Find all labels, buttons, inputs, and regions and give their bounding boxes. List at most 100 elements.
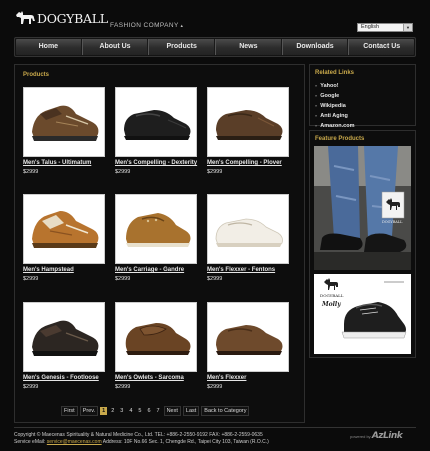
product-card[interactable]: Men's Hampstead $2999 bbox=[23, 194, 105, 284]
product-price: $2999 bbox=[115, 169, 131, 175]
logo[interactable]: DOGYBALL bbox=[14, 9, 108, 25]
powered-by-label: powered by bbox=[350, 434, 371, 439]
product-image[interactable] bbox=[115, 194, 197, 264]
product-card[interactable]: Men's Owlets - Sarcoma $2999 bbox=[115, 302, 197, 392]
pager-page[interactable]: 2 bbox=[109, 407, 116, 415]
product-card[interactable]: Men's Genesis - Footloose $2999 bbox=[23, 302, 105, 392]
product-image[interactable] bbox=[207, 302, 289, 372]
brown-moccasin-icon bbox=[125, 323, 191, 355]
powered-by[interactable]: powered by AzLink bbox=[350, 431, 403, 441]
product-image[interactable] bbox=[115, 302, 197, 372]
pager-page[interactable]: 4 bbox=[127, 407, 134, 415]
related-links-panel: Related Links » Yahoo! » Google » Wikipedia… bbox=[309, 64, 416, 129]
product-price: $2999 bbox=[115, 276, 131, 282]
product-name[interactable]: Men's Hampstead bbox=[23, 267, 105, 273]
related-link[interactable]: » Wikipedia bbox=[315, 101, 354, 111]
nav-about-us[interactable]: About Us bbox=[81, 39, 149, 55]
product-name[interactable]: Men's Compelling - Dexterity bbox=[115, 160, 197, 166]
pager-prev[interactable]: Prev. bbox=[79, 406, 99, 416]
pager-last[interactable]: Last bbox=[182, 406, 200, 416]
product-price: $2999 bbox=[207, 384, 223, 390]
pager-next[interactable]: Next bbox=[163, 406, 181, 416]
featured-products-title: Feature Products bbox=[315, 136, 365, 142]
product-card[interactable]: Men's Flexxer $2999 bbox=[207, 302, 289, 392]
product-price: $2999 bbox=[23, 169, 39, 175]
azlink-logo: AzLink bbox=[371, 431, 403, 441]
pager-first[interactable]: First bbox=[61, 406, 78, 416]
product-price: $2999 bbox=[23, 384, 39, 390]
banner2-logo-text: DOGYBALL bbox=[320, 293, 344, 298]
email-label: Service eMail: bbox=[14, 439, 46, 445]
nav-products[interactable]: Products bbox=[148, 39, 216, 55]
related-link[interactable]: » Google bbox=[315, 91, 354, 101]
related-link[interactable]: » Yahoo! bbox=[315, 81, 354, 91]
product-card[interactable]: Men's Compelling - Plover $2999 bbox=[207, 87, 289, 177]
nav-home[interactable]: Home bbox=[16, 39, 82, 55]
language-select[interactable]: English ▼ bbox=[357, 23, 413, 32]
email-link[interactable]: service@maecenas.com bbox=[47, 439, 102, 445]
product-card[interactable]: Men's Compelling - Dexterity $2999 bbox=[115, 87, 197, 177]
bullet-icon: » bbox=[315, 83, 318, 88]
copyright-text: Copyright © Maecenas Spirituality & Natu… bbox=[14, 432, 269, 446]
product-name[interactable]: Men's Flexxer bbox=[207, 375, 289, 381]
address-text: Address: 10F No.66 Sec. 1, Chengde Rd., … bbox=[102, 439, 269, 445]
logo-text: DOGYBALL bbox=[37, 11, 108, 26]
product-image[interactable] bbox=[115, 87, 197, 157]
bullet-icon: » bbox=[315, 103, 318, 108]
main-nav: Home About Us Products News Downloads Co… bbox=[14, 37, 416, 57]
pager-page[interactable]: 5 bbox=[136, 407, 143, 415]
contact-line: Service eMail: service@maecenas.com Addr… bbox=[14, 439, 269, 446]
product-name[interactable]: Men's Owlets - Sarcoma bbox=[115, 375, 197, 381]
featured-banner-jeans[interactable]: DOGYBALL bbox=[314, 146, 411, 270]
product-price: $2999 bbox=[207, 276, 223, 282]
banner1-logo-text: DOGYBALL bbox=[382, 220, 403, 224]
nav-contact-us[interactable]: Contact Us bbox=[348, 39, 414, 55]
back-to-category-button[interactable]: Back to Category bbox=[201, 406, 250, 416]
footer: Copyright © Maecenas Spirituality & Natu… bbox=[0, 426, 430, 451]
related-link-label: Wikipedia bbox=[320, 103, 346, 109]
brown-sneaker-icon bbox=[32, 105, 99, 141]
caret-icon: ▲ bbox=[179, 23, 185, 28]
product-image[interactable] bbox=[23, 302, 105, 372]
tan-sneaker-icon bbox=[32, 211, 99, 248]
product-image[interactable] bbox=[207, 87, 289, 157]
product-price: $2999 bbox=[23, 276, 39, 282]
pager-page[interactable]: 7 bbox=[155, 407, 162, 415]
product-card[interactable]: Men's Talus - Ultimatum $2999 bbox=[23, 87, 105, 177]
copyright-line: Copyright © Maecenas Spirituality & Natu… bbox=[14, 432, 263, 438]
language-selected: English bbox=[361, 24, 380, 30]
product-card[interactable]: Men's Flexxer - Fentons $2999 bbox=[207, 194, 289, 284]
white-slip-on-icon bbox=[215, 218, 283, 247]
molly-shoe-photo-icon bbox=[314, 274, 411, 354]
footer-divider bbox=[14, 427, 416, 428]
product-name[interactable]: Men's Carriage - Gandre bbox=[115, 267, 197, 273]
product-name[interactable]: Men's Genesis - Footloose bbox=[23, 375, 105, 381]
nav-downloads[interactable]: Downloads bbox=[281, 39, 349, 55]
featured-banner-molly[interactable]: DOGYBALL Molly bbox=[314, 274, 411, 354]
tan-boat-shoe-icon bbox=[126, 213, 191, 247]
product-image[interactable] bbox=[23, 87, 105, 157]
product-name[interactable]: Men's Talus - Ultimatum bbox=[23, 160, 105, 166]
pagination: First Prev. 1 2 3 4 5 6 7 Next Last Back… bbox=[61, 406, 250, 416]
product-card[interactable]: Men's Carriage - Gandre $2999 bbox=[115, 194, 197, 284]
brown-loafer-icon bbox=[216, 110, 283, 140]
pager-page-current[interactable]: 1 bbox=[100, 407, 108, 415]
nav-news[interactable]: News bbox=[215, 39, 282, 55]
products-title: Products bbox=[23, 72, 50, 78]
dark-sneaker-icon bbox=[32, 320, 99, 356]
product-name[interactable]: Men's Compelling - Plover bbox=[207, 160, 289, 166]
tagline-text: FASHION COMPANY bbox=[110, 22, 179, 29]
pager-page[interactable]: 3 bbox=[118, 407, 125, 415]
product-price: $2999 bbox=[115, 384, 131, 390]
pager-page[interactable]: 6 bbox=[145, 407, 152, 415]
black-loafer-icon bbox=[124, 110, 191, 140]
related-link-label: Anti Aging bbox=[320, 113, 348, 119]
header: DOGYBALL FASHION COMPANY▲ English ▼ bbox=[0, 0, 430, 38]
related-link[interactable]: » Anti Aging bbox=[315, 111, 354, 121]
product-image[interactable] bbox=[207, 194, 289, 264]
dog-logo-icon bbox=[16, 11, 35, 24]
bullet-icon: » bbox=[315, 113, 318, 118]
bullet-icon: » bbox=[315, 93, 318, 98]
product-name[interactable]: Men's Flexxer - Fentons bbox=[207, 267, 289, 273]
product-image[interactable] bbox=[23, 194, 105, 264]
